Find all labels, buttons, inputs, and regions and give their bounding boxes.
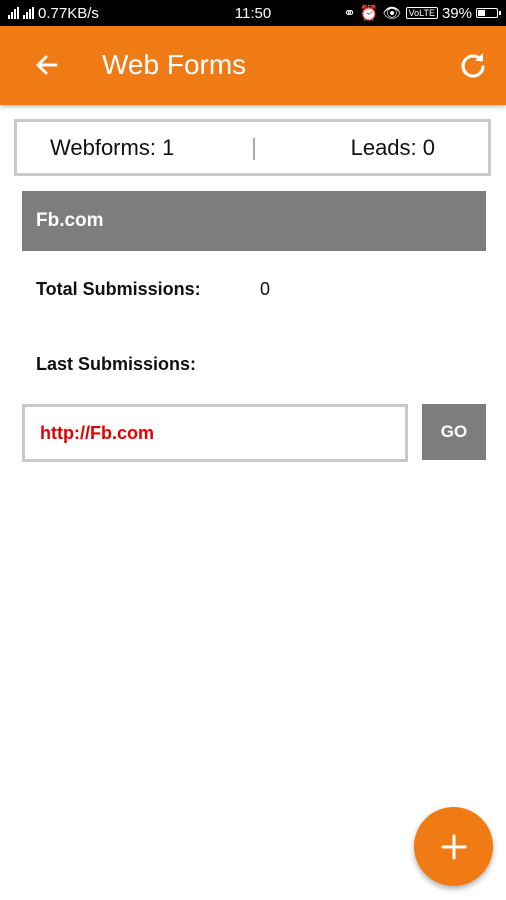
headset-icon: ⚭	[343, 5, 356, 22]
battery-icon	[476, 8, 501, 18]
leads-count: Leads: 0	[350, 135, 435, 160]
status-left: 0.77KB/s	[8, 5, 99, 22]
eye-icon: 👁	[382, 5, 402, 22]
signal-2-icon	[23, 7, 34, 19]
stats-summary: Webforms: 1 Leads: 0	[14, 119, 491, 176]
go-button[interactable]: GO	[422, 404, 486, 460]
alarm-icon: ⏰	[359, 5, 379, 22]
volte-badge: VoLTE	[405, 7, 438, 19]
total-submissions-label: Total Submissions:	[36, 279, 201, 299]
back-arrow-icon	[36, 55, 58, 75]
total-submissions-value: 0	[260, 279, 271, 299]
last-submissions-label: Last Submissions:	[36, 354, 197, 374]
form-url-link[interactable]: http://Fb.com	[22, 404, 408, 462]
battery-percent: 39%	[441, 4, 472, 22]
status-bar: 0.77KB/s 11:50 ⚭ ⏰ 👁 VoLTE 39%	[0, 0, 506, 26]
clock: 11:50	[234, 4, 272, 22]
webform-header: Fb.com	[22, 191, 486, 251]
status-right: ⚭ ⏰ 👁 VoLTE 39%	[343, 4, 501, 22]
network-speed: 0.77KB/s	[38, 4, 99, 22]
refresh-icon	[461, 53, 485, 78]
signal-icon	[8, 7, 19, 19]
webforms-count: Webforms: 1	[50, 135, 175, 160]
plus-icon	[441, 834, 466, 859]
stats-divider	[253, 138, 255, 160]
app-bar: Web Forms	[0, 26, 506, 105]
back-button[interactable]	[30, 48, 64, 82]
add-webform-button[interactable]	[414, 807, 493, 886]
page-title: Web Forms	[102, 49, 247, 80]
refresh-button[interactable]	[456, 48, 490, 82]
